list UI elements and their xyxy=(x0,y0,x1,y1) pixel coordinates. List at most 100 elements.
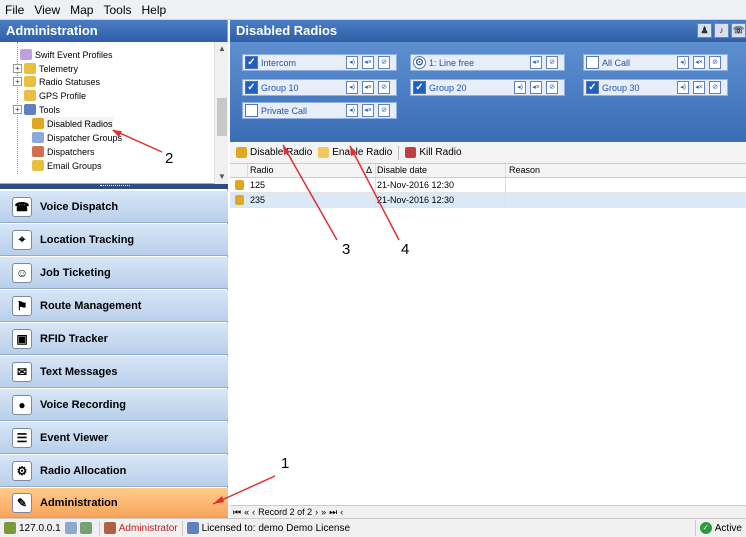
last-record-icon[interactable]: ⏭ xyxy=(329,507,337,518)
record-counter: Record 2 of 2 xyxy=(258,507,313,517)
tree-item-dispatcher-groups[interactable]: Dispatcher Groups xyxy=(32,131,122,144)
talk-group-10[interactable]: ✓ Group 10 ◂) ◂× ⊘ xyxy=(242,79,397,96)
expand-radio-statuses-icon[interactable]: + xyxy=(13,77,22,86)
first-record-icon[interactable]: ⏮ xyxy=(233,507,241,518)
column-disable-date[interactable]: Disable date xyxy=(377,165,427,175)
talk-group-private-call[interactable]: Private Call ◂) ◂× ⊘ xyxy=(242,102,397,119)
talk-group-all-call[interactable]: All Call ◂) ◂× ⊘ xyxy=(583,54,728,71)
tree-item-tools[interactable]: Tools xyxy=(24,103,60,116)
admin-tree: + + + Swift Event Profiles Telemetry Rad… xyxy=(0,42,228,184)
next-page-icon[interactable]: » xyxy=(321,507,326,517)
column-reason[interactable]: Reason xyxy=(509,165,540,175)
speaker-icon[interactable]: ♪ xyxy=(714,23,729,38)
menu-file[interactable]: File xyxy=(0,0,29,17)
nav-rfid-tracker[interactable]: ▣ RFID Tracker xyxy=(0,323,228,355)
disable-radio-button[interactable]: Disable Radio xyxy=(236,147,312,158)
talk-group-intercom[interactable]: ✓ Intercom ◂) ◂× ⊘ xyxy=(242,54,397,71)
annotation-4: 4 xyxy=(401,241,410,258)
talk-group-20[interactable]: ✓ Group 20 ◂) ◂× ⊘ xyxy=(410,79,565,96)
scroll-up-icon[interactable]: ▲ xyxy=(215,42,229,56)
radio-status-icon xyxy=(24,76,36,87)
tree-item-email-groups[interactable]: Email Groups xyxy=(32,159,102,172)
disable-icon[interactable]: ⊘ xyxy=(709,56,721,69)
mute-icon[interactable]: ◂× xyxy=(530,81,542,94)
tree-item-radio-statuses[interactable]: Radio Statuses xyxy=(24,75,100,88)
table-row[interactable]: 125 21-Nov-2016 12:30 xyxy=(230,178,746,193)
volume-icon[interactable]: ◂) xyxy=(677,56,689,69)
page-title: Disabled Radios xyxy=(236,23,338,38)
next-record-icon[interactable]: › xyxy=(315,507,318,517)
volume-icon[interactable]: ◂) xyxy=(346,56,358,69)
mute-icon[interactable]: ◂× xyxy=(693,81,705,94)
nav-administration[interactable]: ✎ Administration xyxy=(0,488,228,518)
checkbox-checked-icon[interactable]: ✓ xyxy=(245,81,258,94)
tree-item-dispatchers[interactable]: Dispatchers xyxy=(32,145,95,158)
record-navigator: ⏮ « ‹ Record 2 of 2 › » ⏭ ‹ xyxy=(230,505,746,518)
nav-voice-dispatch[interactable]: ☎ Voice Dispatch xyxy=(0,191,228,223)
mute-icon[interactable]: ◂× xyxy=(362,104,374,117)
status-user: Administrator xyxy=(103,520,183,536)
volume-icon[interactable]: ◂) xyxy=(346,104,358,117)
checkbox-checked-icon[interactable]: ✓ xyxy=(245,56,258,69)
disable-icon[interactable]: ⊘ xyxy=(378,56,390,69)
table-row[interactable]: 235 21-Nov-2016 12:30 xyxy=(230,193,746,208)
tree-item-gps-profile[interactable]: GPS Profile xyxy=(24,89,86,102)
radio-toolbar: Disable Radio Enable Radio Kill Radio xyxy=(230,142,746,164)
column-radio[interactable]: Radio xyxy=(250,165,274,175)
talk-group-30[interactable]: ✓ Group 30 ◂) ◂× ⊘ xyxy=(583,79,728,96)
server-icon xyxy=(79,522,92,534)
enable-radio-button[interactable]: Enable Radio xyxy=(318,147,392,158)
checkbox-checked-icon[interactable]: ✓ xyxy=(586,81,599,94)
kill-radio-button[interactable]: Kill Radio xyxy=(405,147,462,158)
volume-icon[interactable]: ◂) xyxy=(346,81,358,94)
menu-view[interactable]: View xyxy=(29,0,65,17)
nav-location-tracking[interactable]: ⌖ Location Tracking xyxy=(0,224,228,256)
disable-icon[interactable]: ⊘ xyxy=(709,81,721,94)
grid-header: Radio Δ Disable date Reason xyxy=(230,164,746,178)
tree-scrollbar[interactable]: ▲ ▼ xyxy=(214,42,228,184)
cell-radio: 125 xyxy=(250,180,266,190)
mute-icon[interactable]: ◂× xyxy=(693,56,705,69)
status-ip: 127.0.0.1 xyxy=(19,522,61,534)
tree-item-disabled-radios[interactable]: Disabled Radios xyxy=(32,117,113,130)
menu-tools[interactable]: Tools xyxy=(98,0,136,17)
mute-icon[interactable]: ◂× xyxy=(362,81,374,94)
scroll-down-icon[interactable]: ▼ xyxy=(215,170,229,184)
disable-icon[interactable]: ⊘ xyxy=(546,81,558,94)
nav-text-messages[interactable]: ✉ Text Messages xyxy=(0,356,228,388)
tools-icon xyxy=(24,104,36,115)
expand-tools-icon[interactable]: + xyxy=(13,105,22,114)
disable-icon[interactable]: ⊘ xyxy=(378,104,390,117)
prev-record-icon[interactable]: ‹ xyxy=(252,507,255,517)
phone-icon[interactable]: ☏ xyxy=(731,23,746,38)
nav-radio-allocation[interactable]: ⚙ Radio Allocation xyxy=(0,455,228,487)
tree-scroll-thumb[interactable] xyxy=(217,98,227,136)
talk-group-line-free[interactable]: ⊙ 1: Line free ◂× ⊘ xyxy=(410,54,565,71)
prev-page-icon[interactable]: « xyxy=(244,507,249,517)
mute-icon[interactable]: ◂× xyxy=(530,56,542,69)
checkbox-unchecked-icon[interactable] xyxy=(245,104,258,117)
nav-event-viewer[interactable]: ☰ Event Viewer xyxy=(0,422,228,454)
volume-icon[interactable]: ◂) xyxy=(677,81,689,94)
sort-icon[interactable]: Δ xyxy=(366,165,372,175)
panel-splitter[interactable] xyxy=(0,184,228,189)
radio-allocation-icon: ⚙ xyxy=(12,460,32,481)
volume-icon[interactable]: ◂) xyxy=(514,81,526,94)
menu-map[interactable]: Map xyxy=(65,0,98,17)
nav-job-ticketing[interactable]: ☺ Job Ticketing xyxy=(0,257,228,289)
menu-help[interactable]: Help xyxy=(137,0,172,17)
mute-icon[interactable]: ◂× xyxy=(362,56,374,69)
checkbox-checked-icon[interactable]: ✓ xyxy=(413,81,426,94)
disable-icon[interactable]: ⊘ xyxy=(378,81,390,94)
checkbox-unchecked-icon[interactable] xyxy=(586,56,599,69)
disable-icon[interactable]: ⊘ xyxy=(546,56,558,69)
person-icon[interactable]: ♟ xyxy=(697,23,712,38)
tree-item-telemetry[interactable]: Telemetry xyxy=(24,62,78,75)
toolbar-separator xyxy=(398,145,400,160)
nav-route-management[interactable]: ⚑ Route Management xyxy=(0,290,228,322)
expand-telemetry-icon[interactable]: + xyxy=(13,64,22,73)
status-username: Administrator xyxy=(118,522,178,534)
tree-item-swift-event-profiles[interactable]: Swift Event Profiles xyxy=(20,48,113,61)
nav-voice-recording[interactable]: ● Voice Recording xyxy=(0,389,228,421)
scroll-left-icon[interactable]: ‹ xyxy=(340,507,343,517)
